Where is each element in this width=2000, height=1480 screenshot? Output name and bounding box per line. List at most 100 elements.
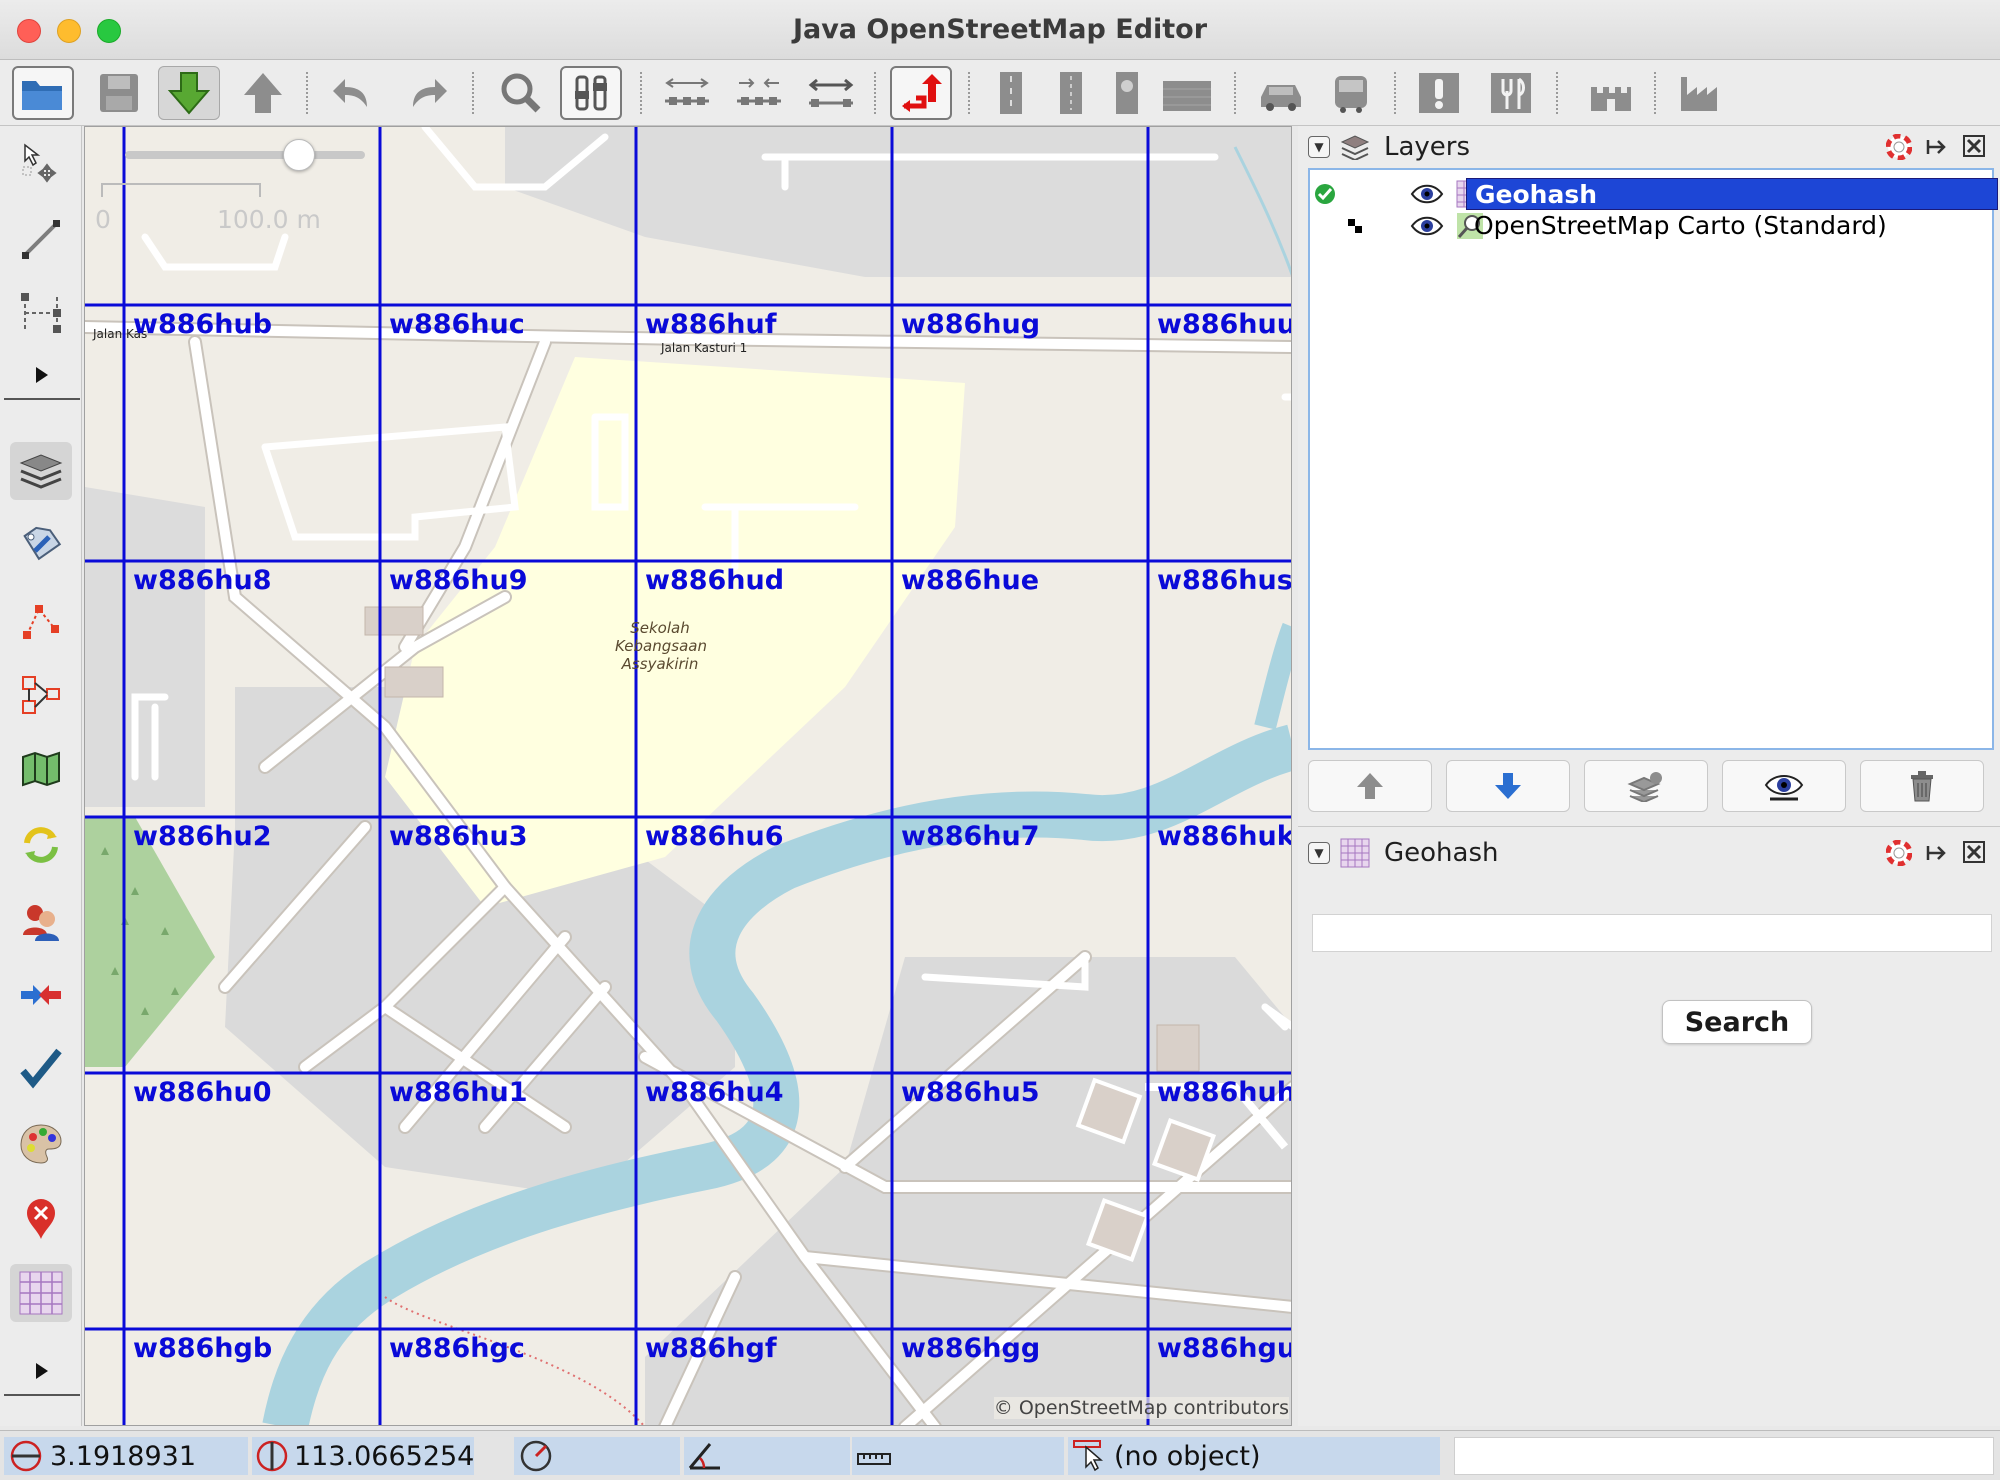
restaurant-preset-button[interactable] <box>1480 66 1542 120</box>
zoom-slider-knob[interactable] <box>283 139 315 171</box>
split-way-button[interactable] <box>800 66 862 120</box>
panel-divider[interactable] <box>1298 826 2000 827</box>
amenity-preset-button[interactable] <box>1408 66 1470 120</box>
expand-tools-button[interactable] <box>4 352 80 400</box>
changeset-icon <box>24 827 58 863</box>
toolbar-separator <box>640 72 642 114</box>
relation-dialog-toggle[interactable] <box>10 592 72 650</box>
layers-icon <box>19 454 63 489</box>
delete-icon <box>1911 771 1933 802</box>
save-button[interactable] <box>88 66 150 120</box>
map-dialog-toggle[interactable] <box>10 740 72 798</box>
undo-icon <box>333 79 367 107</box>
help-icon[interactable] <box>1886 134 1912 160</box>
pointer-object-icon <box>1073 1440 1104 1472</box>
zoom-icon <box>501 73 541 113</box>
layer-row-osm-carto[interactable]: OpenStreetMap Carto (Standard) <box>1310 210 1992 242</box>
longitude-field: 113.0665254 <box>252 1437 474 1475</box>
move-down-icon <box>1495 773 1521 799</box>
title-bar: Java OpenStreetMap Editor <box>0 0 2000 60</box>
building-preset-button[interactable] <box>1156 66 1218 120</box>
building <box>364 606 424 636</box>
geohash-cell-label: w886hue <box>901 565 1040 596</box>
tags-dialog-toggle[interactable] <box>10 518 72 576</box>
bus-preset-button[interactable] <box>1320 66 1382 120</box>
combine-way-button[interactable] <box>890 66 952 120</box>
notes-dialog-toggle[interactable] <box>10 1190 72 1248</box>
industrial-preset-button[interactable] <box>1670 66 1732 120</box>
undo-button[interactable] <box>322 66 384 120</box>
download-button[interactable] <box>158 66 220 120</box>
longitude-value: 113.0665254 <box>294 1440 475 1472</box>
tags-icon <box>23 526 62 561</box>
layer-name[interactable]: Geohash <box>1466 178 1998 210</box>
draw-tool-button[interactable] <box>10 210 72 268</box>
residential-area <box>85 487 205 807</box>
layers-dialog-toggle[interactable] <box>10 442 72 500</box>
download-icon <box>167 72 211 115</box>
visibility-eye-icon[interactable] <box>1410 215 1444 237</box>
geohash-search-input[interactable] <box>1312 914 1992 952</box>
authors-dialog-toggle[interactable] <box>10 892 72 950</box>
expand-icon <box>36 367 48 383</box>
close-panel-icon[interactable] <box>1962 840 1986 864</box>
geohash-dialog-toggle[interactable] <box>10 1264 72 1322</box>
scale-zero-label: 0 <box>95 205 111 234</box>
selection-list-toggle[interactable] <box>10 666 72 724</box>
highway-preset-button[interactable] <box>980 66 1042 120</box>
improve-way-tool-button[interactable] <box>10 284 72 342</box>
undock-icon[interactable] <box>1924 840 1950 866</box>
collapse-layers-button[interactable]: ▼ <box>1308 136 1330 158</box>
search-button[interactable]: Search <box>1662 1000 1812 1044</box>
map-icon <box>22 751 60 787</box>
changeset-dialog-toggle[interactable] <box>10 816 72 874</box>
draw-icon <box>22 220 60 259</box>
delete-layer-button[interactable] <box>1860 760 1984 812</box>
close-panel-icon[interactable] <box>1962 134 1986 158</box>
geohash-cell-label: w886hu8 <box>133 565 272 596</box>
geohash-cell-label: w886hgu <box>1157 1333 1292 1364</box>
open-file-button[interactable] <box>12 66 74 120</box>
car-preset-button[interactable] <box>1250 66 1312 120</box>
layer-row-geohash[interactable]: Geohash <box>1310 178 1998 210</box>
toolbar-separator <box>1654 72 1656 114</box>
combine-way-icon <box>902 74 942 112</box>
map-paint-toggle[interactable] <box>10 1114 72 1172</box>
map-view[interactable]: 0 100.0 m Jalan Kas Jalan Kasturi 1 Seko… <box>84 126 1292 1426</box>
show-hide-icon <box>1764 775 1804 801</box>
layers-icon <box>1340 135 1370 160</box>
castle-preset-button[interactable] <box>1580 66 1642 120</box>
layers-list[interactable]: Geohash OpenStreetMap Carto (Standard) <box>1308 168 1998 750</box>
merge-layer-button[interactable] <box>1584 760 1708 812</box>
distribute-icon <box>737 78 781 105</box>
map-attribution[interactable]: © OpenStreetMap contributors <box>993 1397 1289 1419</box>
longitude-icon <box>256 1440 288 1472</box>
undock-icon[interactable] <box>1924 134 1950 160</box>
zoom-slider[interactable] <box>125 151 365 159</box>
show-hide-layer-button[interactable] <box>1722 760 1846 812</box>
toolbar-separator <box>1394 72 1396 114</box>
zoom-button[interactable] <box>490 66 552 120</box>
status-message-field <box>1454 1437 1994 1475</box>
validator-dialog-toggle[interactable] <box>10 1040 72 1098</box>
select-tool-button[interactable] <box>10 134 72 192</box>
geohash-icon <box>1340 838 1370 868</box>
status-bar: 3.1918931 113.0665254 (no object) <box>0 1430 2000 1480</box>
redo-button[interactable] <box>396 66 458 120</box>
industrial-icon <box>1681 77 1717 111</box>
upload-button[interactable] <box>232 66 294 120</box>
geohash-cell-label: w886hu4 <box>645 1077 784 1108</box>
preferences-button[interactable] <box>560 66 622 120</box>
expand-dialogs-button[interactable] <box>4 1348 80 1396</box>
layer-name[interactable]: OpenStreetMap Carto (Standard) <box>1466 210 1887 242</box>
move-layer-down-button[interactable] <box>1446 760 1570 812</box>
move-layer-up-button[interactable] <box>1308 760 1432 812</box>
conflict-dialog-toggle[interactable] <box>10 966 72 1024</box>
align-button[interactable] <box>656 66 718 120</box>
visibility-eye-icon[interactable] <box>1410 183 1444 205</box>
collapse-geohash-button[interactable]: ▼ <box>1308 842 1330 864</box>
distribute-button[interactable] <box>728 66 790 120</box>
help-icon[interactable] <box>1886 840 1912 866</box>
footway-preset-button[interactable] <box>1040 66 1102 120</box>
track-preset-button[interactable] <box>1096 66 1158 120</box>
